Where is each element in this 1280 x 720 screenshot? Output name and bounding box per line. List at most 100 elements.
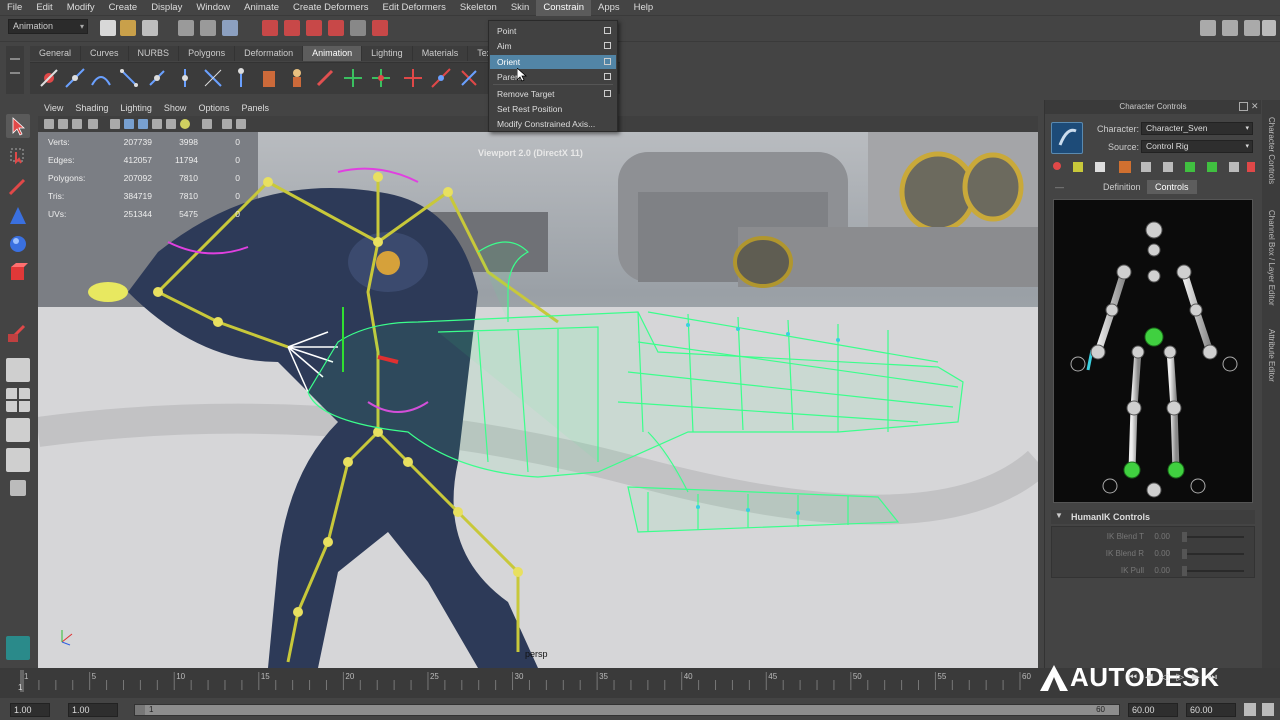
slider-value[interactable]: 0.00 <box>1154 532 1170 541</box>
anim-prefs-icon[interactable] <box>1262 703 1274 716</box>
menu-skin[interactable]: Skin <box>504 0 536 16</box>
snap-surface-icon[interactable] <box>350 20 366 36</box>
paint-select-icon[interactable] <box>6 174 30 198</box>
xray-icon[interactable] <box>222 119 232 129</box>
side-tab-character-controls[interactable]: Character Controls <box>1262 106 1280 196</box>
pin-translate-icon[interactable] <box>1141 162 1151 172</box>
option-box-icon[interactable] <box>604 73 611 80</box>
constrain-menu-item-orient[interactable]: Orient <box>490 55 616 69</box>
orient-constraint-icon[interactable] <box>458 67 480 89</box>
mirror-joint-icon[interactable] <box>146 67 168 89</box>
ik-spline-icon[interactable] <box>90 67 112 89</box>
slider-track[interactable] <box>1182 566 1244 576</box>
skeleton-icon[interactable] <box>202 67 224 89</box>
playback-start-field[interactable]: 1.00 <box>68 703 118 717</box>
graph-layout-icon[interactable] <box>6 448 30 472</box>
constrain-menu-item-parent[interactable]: Parent <box>490 70 616 84</box>
ik-handle-icon[interactable] <box>64 67 86 89</box>
paint-weights-icon[interactable] <box>314 67 336 89</box>
panel-menu-options[interactable]: Options <box>192 100 235 116</box>
float-panel-icon[interactable] <box>1239 102 1248 111</box>
reroot-icon[interactable] <box>174 67 196 89</box>
tab-menu-icon[interactable]: — <box>1055 182 1064 192</box>
step-back-icon[interactable]: ◀ <box>1145 672 1153 683</box>
lasso-tool-icon[interactable] <box>6 144 30 168</box>
character-dropdown[interactable]: Character_Sven <box>1141 122 1253 135</box>
rotate-tool-icon[interactable] <box>6 232 30 256</box>
settings-icon[interactable] <box>1262 20 1276 36</box>
constrain-menu-item-aim[interactable]: Aim <box>490 39 616 53</box>
slider-track[interactable] <box>1182 549 1244 559</box>
pin-rotate-icon[interactable] <box>1163 162 1173 172</box>
snap-curve-icon[interactable] <box>284 20 300 36</box>
menu-constrain[interactable]: Constrain <box>536 0 591 16</box>
save-scene-icon[interactable] <box>142 20 158 36</box>
scale-tool-icon[interactable] <box>6 260 30 284</box>
last-tool-icon[interactable] <box>6 320 30 344</box>
render-icon[interactable] <box>1222 20 1238 36</box>
go-start-icon[interactable]: ⏮ <box>1128 672 1137 683</box>
shelf-tab-nurbs[interactable]: NURBS <box>128 46 180 61</box>
option-box-icon[interactable] <box>604 90 611 97</box>
humanik-logo-icon[interactable] <box>1051 122 1083 154</box>
selection-icon[interactable] <box>1095 162 1105 172</box>
shelf-tab-lighting[interactable]: Lighting <box>362 46 413 61</box>
source-dropdown[interactable]: Control Rig <box>1141 140 1253 153</box>
full-body-icon[interactable] <box>1053 162 1061 170</box>
select-hierarchy-icon[interactable] <box>178 20 194 36</box>
slider-value[interactable]: 0.00 <box>1154 549 1170 558</box>
option-box-icon[interactable] <box>604 42 611 49</box>
collapse-arrow-icon[interactable]: ▼ <box>1055 511 1063 520</box>
move-tool-icon[interactable] <box>6 204 30 228</box>
panel-menu-view[interactable]: View <box>38 100 69 116</box>
auto-key-icon[interactable] <box>1244 703 1256 716</box>
joint-chain-icon[interactable] <box>118 67 140 89</box>
snap-view-icon[interactable] <box>328 20 344 36</box>
image-plane-icon[interactable] <box>88 119 98 129</box>
tab-controls[interactable]: Controls <box>1147 180 1197 194</box>
history-icon[interactable] <box>372 20 388 36</box>
textured-icon[interactable] <box>166 119 176 129</box>
panel-menu-lighting[interactable]: Lighting <box>114 100 158 116</box>
menu-display[interactable]: Display <box>144 0 189 16</box>
shelf-tab-general[interactable]: General <box>30 46 82 61</box>
stance-icon[interactable] <box>1247 162 1255 172</box>
play-forward-icon[interactable]: ▷ <box>1176 672 1184 683</box>
humanik-icon[interactable] <box>230 67 252 89</box>
slider-handle[interactable] <box>1182 566 1187 576</box>
select-component-icon[interactable] <box>222 20 238 36</box>
panel-menu-show[interactable]: Show <box>158 100 193 116</box>
scene-end-field[interactable]: 60.00 <box>1186 703 1236 717</box>
open-scene-icon[interactable] <box>120 20 136 36</box>
single-layout-icon[interactable] <box>6 358 30 382</box>
camera-icon[interactable] <box>44 119 54 129</box>
side-tab-attribute-editor[interactable]: Attribute Editor <box>1262 320 1280 390</box>
four-panel-layout-icon[interactable] <box>6 388 30 412</box>
point-constraint-icon[interactable] <box>402 67 424 89</box>
tab-definition[interactable]: Definition <box>1095 180 1149 194</box>
menu-apps[interactable]: Apps <box>591 0 627 16</box>
outliner-layout-icon[interactable] <box>6 418 30 442</box>
smooth-shade-icon[interactable] <box>138 119 148 129</box>
snap-grid-icon[interactable] <box>262 20 278 36</box>
control-rig-figure[interactable] <box>1053 199 1253 503</box>
constrain-menu-item-point[interactable]: Point <box>490 24 616 38</box>
body-part-icon[interactable] <box>1073 162 1083 172</box>
play-back-icon[interactable]: ◁ <box>1161 672 1169 683</box>
panel-menu-panels[interactable]: Panels <box>235 100 275 116</box>
isolate-select-icon[interactable] <box>202 119 212 129</box>
range-handle-start[interactable] <box>135 705 145 715</box>
menu-edit-deformers[interactable]: Edit Deformers <box>376 0 453 16</box>
pinning-icon[interactable] <box>1119 161 1131 173</box>
humanik-controls-header[interactable]: HumanIK Controls <box>1051 510 1255 524</box>
slider-track[interactable] <box>1182 532 1244 542</box>
panel-menu-shading[interactable]: Shading <box>69 100 114 116</box>
key-selected-icon[interactable] <box>1229 162 1239 172</box>
shelf-tab-materials[interactable]: Materials <box>412 46 469 61</box>
shelf-options-icon[interactable] <box>6 46 24 94</box>
menu-skeleton[interactable]: Skeleton <box>453 0 504 16</box>
xray-joints-icon[interactable] <box>236 119 246 129</box>
menu-edit[interactable]: Edit <box>29 0 59 16</box>
menu-animate[interactable]: Animate <box>237 0 286 16</box>
select-object-icon[interactable] <box>200 20 216 36</box>
